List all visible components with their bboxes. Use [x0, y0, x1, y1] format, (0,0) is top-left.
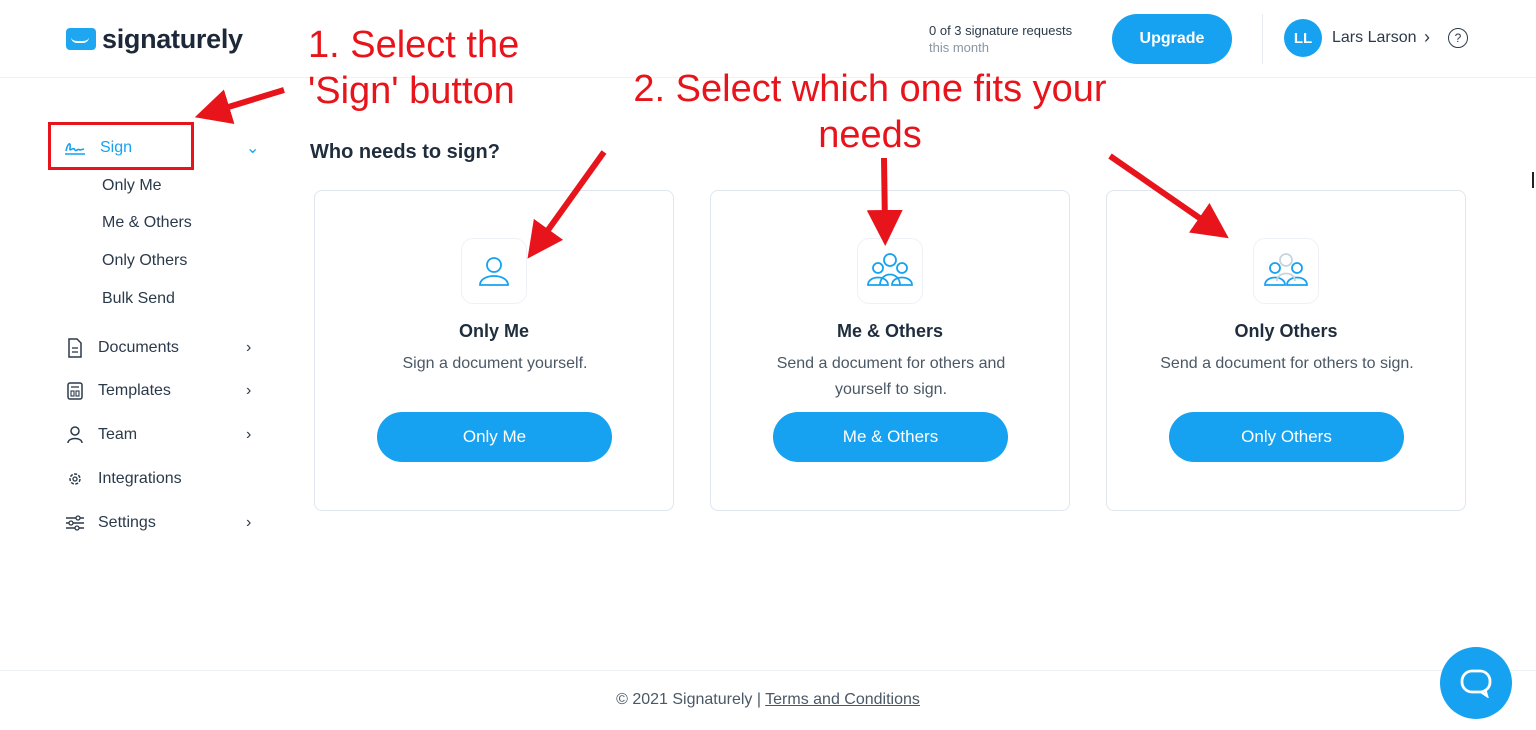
group-users-icon [857, 238, 923, 304]
only-others-button[interactable]: Only Others [1169, 412, 1404, 462]
sidebar-item-label: Settings [98, 514, 156, 531]
chat-bubble-icon [1460, 669, 1492, 698]
usage-count: 0 of 3 signature requests [929, 23, 1073, 38]
sidebar-item-label: Integrations [98, 470, 182, 487]
chat-launcher-button[interactable] [1440, 647, 1512, 719]
sidebar-item-integrations[interactable]: Integrations [64, 470, 182, 488]
card-title: Me & Others [836, 321, 944, 341]
card-description: Send a document for others and yourself … [776, 355, 1006, 398]
others-users-icon [1253, 238, 1319, 304]
upgrade-button[interactable]: Upgrade [1112, 14, 1232, 64]
annotation-step-2: 2. Select which one fits your needs [633, 68, 1107, 156]
calculator-icon [64, 382, 86, 400]
header-divider [1262, 14, 1263, 64]
chevron-right-icon[interactable]: › [1424, 27, 1430, 48]
sidebar-item-label: Templates [98, 382, 171, 399]
user-name[interactable]: Lars Larson [1332, 29, 1417, 47]
sidebar-subitem-bulk-send[interactable]: Bulk Send [102, 290, 175, 308]
signaturely-logo[interactable]: signaturely [66, 22, 243, 56]
sidebar-item-documents[interactable]: Documents › [64, 338, 251, 358]
page-title: Who needs to sign? [310, 141, 500, 163]
sidebar-subitem-me-and-others[interactable]: Me & Others [102, 214, 192, 232]
gear-icon [64, 471, 86, 487]
usage-counter: 0 of 3 signature requests this month [929, 22, 1072, 56]
footer-divider [0, 670, 1536, 671]
chevron-right-icon[interactable]: › [246, 382, 251, 400]
sidebar-item-team[interactable]: Team › [64, 426, 251, 444]
document-icon [64, 338, 86, 358]
sidebar-subitem-only-me[interactable]: Only Me [102, 177, 162, 195]
annotation-highlight-box [48, 122, 194, 170]
chevron-down-icon[interactable]: ⌄ [246, 138, 259, 158]
only-me-button[interactable]: Only Me [377, 412, 612, 462]
me-and-others-button[interactable]: Me & Others [773, 412, 1008, 462]
logo-text: signaturely [102, 23, 243, 54]
chevron-right-icon[interactable]: › [246, 339, 251, 357]
chevron-right-icon[interactable]: › [246, 514, 251, 532]
text-cursor [1532, 172, 1534, 188]
help-icon[interactable]: ? [1448, 28, 1468, 48]
sidebar-item-templates[interactable]: Templates › [64, 382, 251, 400]
copyright-text: © 2021 Signaturely | [616, 691, 761, 708]
sidebar-subitem-only-others[interactable]: Only Others [102, 252, 187, 270]
card-description: Send a document for others to sign. [1160, 355, 1414, 372]
avatar[interactable]: LL [1284, 19, 1322, 57]
footer: © 2021 Signaturely | Terms and Condition… [0, 691, 1536, 709]
sidebar-item-settings[interactable]: Settings › [64, 514, 251, 532]
sliders-icon [64, 515, 86, 531]
card-title: Only Others [1234, 321, 1338, 341]
chevron-right-icon[interactable]: › [246, 426, 251, 444]
terms-link[interactable]: Terms and Conditions [765, 691, 920, 708]
sidebar-item-label: Team [98, 426, 138, 443]
annotation-step-1: 1. Select the 'Sign' button [308, 24, 520, 112]
arrow-to-sign [194, 87, 285, 124]
card-description: Sign a document yourself. [402, 355, 588, 372]
card-title: Only Me [458, 321, 529, 341]
sidebar-item-label: Documents [98, 339, 179, 356]
card-only-me[interactable]: Only Me Sign a document yourself. Only M… [314, 190, 674, 511]
user-icon [64, 426, 86, 444]
single-user-icon [461, 238, 527, 304]
usage-period: this month [929, 40, 989, 55]
card-me-and-others[interactable]: Me & Others Send a document for others a… [710, 190, 1070, 511]
logo-mark-icon [66, 28, 96, 50]
card-only-others[interactable]: Only Others Send a document for others t… [1106, 190, 1466, 511]
